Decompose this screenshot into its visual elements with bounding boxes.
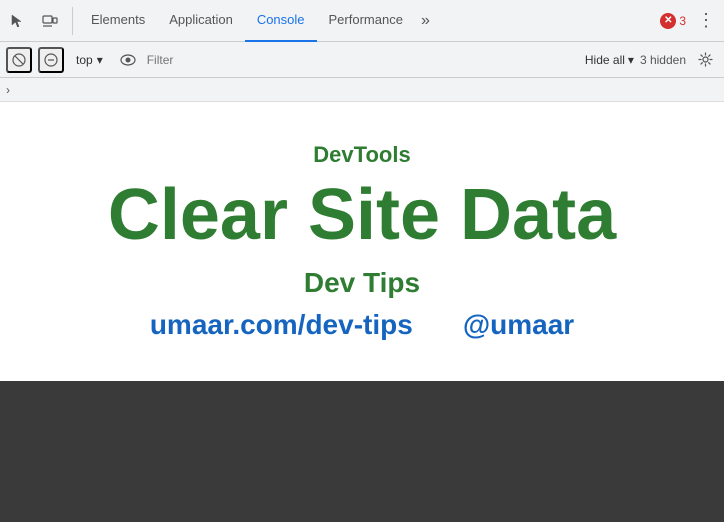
- context-selector[interactable]: top ▾: [70, 51, 109, 69]
- error-circle-icon: ✕: [660, 13, 676, 29]
- devtools-menu-button[interactable]: ⋮: [692, 7, 720, 35]
- dark-background-panel: [0, 381, 724, 498]
- panel-inner: DevTools Clear Site Data Dev Tips umaar.…: [108, 142, 616, 341]
- cursor-icon[interactable]: [4, 7, 32, 35]
- device-toolbar-icon[interactable]: [36, 7, 64, 35]
- toolbar2-right: Hide all ▾ 3 hidden: [585, 47, 718, 73]
- main-title: Clear Site Data: [108, 176, 616, 255]
- links-row: umaar.com/dev-tips @umaar: [108, 309, 616, 341]
- sidebar-toggle-row: ›: [0, 78, 724, 102]
- eye-icon[interactable]: [115, 47, 141, 73]
- subtitle-label: Dev Tips: [108, 267, 616, 299]
- hidden-count-label: 3 hidden: [640, 53, 686, 67]
- stop-icon[interactable]: [38, 47, 64, 73]
- toolbar-icon-group: [4, 7, 73, 35]
- website-link[interactable]: umaar.com/dev-tips: [150, 309, 413, 341]
- devtools-label: DevTools: [108, 142, 616, 168]
- tab-overflow-button[interactable]: »: [415, 12, 436, 30]
- console-settings-icon[interactable]: [692, 47, 718, 73]
- filter-input[interactable]: [147, 48, 579, 72]
- devtools-toolbar: Elements Application Console Performance…: [0, 0, 724, 42]
- clear-console-icon[interactable]: [6, 47, 32, 73]
- sidebar-chevron-icon[interactable]: ›: [6, 83, 10, 97]
- hide-all-button[interactable]: Hide all ▾: [585, 53, 634, 67]
- toolbar-right: ✕ 3 ⋮: [660, 7, 720, 35]
- tab-console[interactable]: Console: [245, 0, 317, 42]
- tab-performance[interactable]: Performance: [317, 0, 415, 42]
- main-content: DevTools Clear Site Data Dev Tips umaar.…: [0, 102, 724, 498]
- error-badge[interactable]: ✕ 3: [660, 13, 686, 29]
- console-toolbar: top ▾ Hide all ▾ 3 hidden: [0, 42, 724, 78]
- tab-elements[interactable]: Elements: [79, 0, 157, 42]
- twitter-link[interactable]: @umaar: [463, 309, 574, 341]
- tab-application[interactable]: Application: [157, 0, 245, 42]
- tab-list: Elements Application Console Performance…: [79, 0, 658, 42]
- content-panel: DevTools Clear Site Data Dev Tips umaar.…: [0, 102, 724, 381]
